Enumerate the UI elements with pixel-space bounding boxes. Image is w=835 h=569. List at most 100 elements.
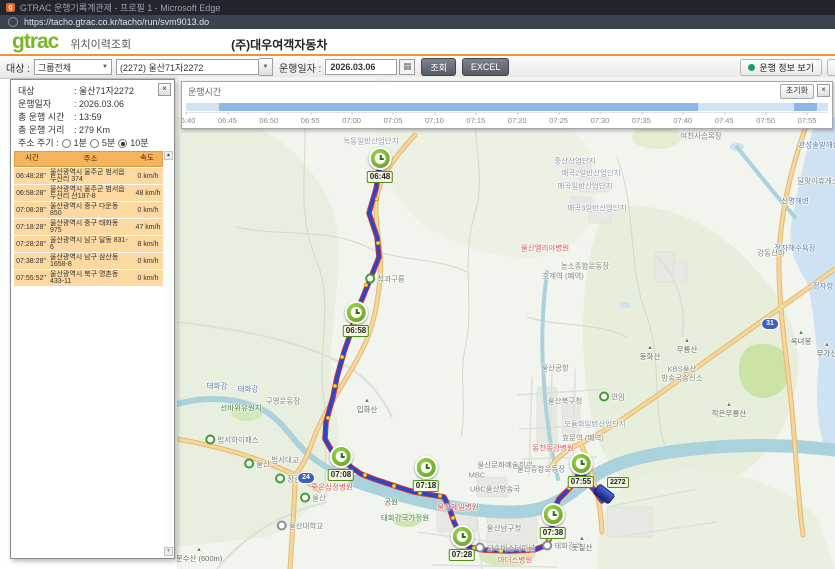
clock-marker-icon [570, 452, 593, 475]
address-interval-group: 주소 주기 : 1분 5분 10분 [18, 137, 158, 150]
time-marker-06-48[interactable]: 06:48 [367, 147, 393, 183]
marker-time-label: 06:48 [367, 171, 393, 183]
table-header-row: 시간주소속도 [14, 151, 163, 167]
table-cell: 0 km/h [133, 258, 163, 265]
app-window: g GTRAC 운행기록계관제 - 프로필 1 - Microsoft Edge… [0, 0, 835, 569]
interval-radio-1분[interactable] [62, 139, 71, 148]
timeline-tick: 06:40 [181, 116, 195, 125]
time-marker-07-55[interactable]: 07:55 [568, 452, 594, 488]
excel-button[interactable]: EXCEL [462, 58, 510, 76]
timeline-tick: 07:35 [632, 116, 651, 125]
panel-close-icon[interactable]: × [158, 83, 171, 96]
clock-marker-icon [415, 456, 438, 479]
interval-option-label: 10분 [130, 137, 148, 150]
window-title: GTRAC 운행기록계관제 - 프로필 1 - Microsoft Edge [20, 1, 220, 14]
table-row[interactable]: 07:28:28"울산광역시 남구 달동 831-68 km/h [14, 236, 163, 252]
marker-time-label: 07:08 [328, 469, 354, 481]
timeline-tick: 07:55 [798, 116, 817, 125]
page-title: 위치이력조회 [70, 36, 131, 52]
table-cell: 47 km/h [133, 224, 163, 231]
panel-info-label: 운행일자 [18, 98, 74, 111]
vehicle-combo[interactable]: (2272) 울산71자2272 [116, 59, 259, 75]
timeline-tick: 07:10 [425, 116, 444, 125]
target-label: 대상 : [6, 60, 30, 75]
drive-info-button-label: 운행 정보 보기 [759, 61, 814, 74]
window-titlebar: g GTRAC 운행기록계관제 - 프로필 1 - Microsoft Edge [0, 0, 835, 15]
table-row[interactable]: 07:38:28"울산광역시 남구 삼산동 1658-80 km/h [14, 253, 163, 269]
vehicle-marker[interactable]: 2272 [594, 488, 614, 500]
interval-radio-5분[interactable] [90, 139, 99, 148]
table-header-cell: 시간 [15, 152, 49, 166]
table-row[interactable]: 07:55:52"울산광역시 북구 명촌동 433-110 km/h [14, 270, 163, 286]
table-header-cell: 속도 [132, 152, 162, 166]
clock-face-icon [548, 509, 559, 520]
partial-button[interactable] [827, 59, 835, 76]
table-cell: 0 km/h [133, 275, 163, 282]
route-point-dot [333, 384, 337, 388]
table-row[interactable]: 07:18:28"울산광역시 중구 태화동 97547 km/h [14, 219, 163, 235]
panel-info-value: : 2026.03.06 [74, 98, 124, 111]
clock-face-icon [457, 531, 468, 542]
timeline-tick: 06:50 [259, 116, 278, 125]
page-info-icon [8, 17, 18, 27]
clock-face-icon [421, 462, 432, 473]
interval-option-label: 5분 [102, 137, 115, 150]
clock-marker-icon [345, 301, 368, 324]
group-select[interactable]: 그룹전체 ▼ [34, 59, 112, 75]
marker-time-label: 06:58 [343, 325, 369, 337]
panel-info-value: : 울산71자2272 [74, 85, 134, 98]
timeline-axis: 06:4006:4506:5006:5507:0007:0507:1007:15… [186, 112, 828, 126]
route-point-dot [340, 355, 344, 359]
history-table: 시간주소속도06:48:28"울산광역시 울주군 범서읍 두산리 3740 km… [14, 151, 163, 286]
table-row[interactable]: 07:08:28"울산광역시 중구 다운동 8500 km/h [14, 202, 163, 218]
history-panel: × 대상: 울산71자2272운행일자: 2026.03.06총 운행 시간: … [10, 79, 175, 559]
browser-urlbar[interactable]: https://tacho.gtrac.co.kr/tacho/run/svm9… [0, 15, 835, 29]
search-button[interactable]: 조회 [421, 58, 456, 76]
scroll-up-icon[interactable]: ▲ [164, 151, 173, 160]
timeline-drive-segment[interactable] [794, 103, 817, 111]
time-marker-07-28[interactable]: 07:28 [449, 525, 475, 561]
clock-marker-icon [369, 147, 392, 170]
clock-marker-icon [451, 525, 474, 548]
time-marker-06-58[interactable]: 06:58 [343, 301, 369, 337]
table-cell: 울산광역시 울주군 범서읍 두산리 374 [48, 168, 133, 184]
interval-label: 주소 주기 : [18, 137, 59, 150]
timeline-tick: 07:00 [342, 116, 361, 125]
map-canvas[interactable]: 녹동일반산업단지여천사슴목장관성솔밭해변달맞이휴게소신명해변정자해수욕장강동산하… [177, 77, 835, 569]
route-shield: 24 [297, 472, 315, 484]
panel-info-label: 대상 [18, 85, 74, 98]
timeline-close-icon[interactable]: × [817, 84, 830, 97]
panel-info-row: 운행일자: 2026.03.06 [18, 98, 158, 111]
calendar-icon[interactable]: ▦ [399, 59, 415, 75]
timeline-track[interactable] [186, 103, 828, 111]
clock-face-icon [351, 307, 362, 318]
timeline-tick: 07:05 [384, 116, 403, 125]
route-point-dot [375, 197, 379, 201]
timeline-tick: 07:45 [715, 116, 734, 125]
interval-option-label: 1분 [74, 137, 87, 150]
route-point-dot [363, 473, 367, 477]
table-cell: 울산광역시 울주군 범서읍 두산리 산197-8 [48, 185, 133, 201]
timeline-tick: 06:55 [301, 116, 320, 125]
table-row[interactable]: 06:48:28"울산광역시 울주군 범서읍 두산리 3740 km/h [14, 168, 163, 184]
timeline-drive-segment[interactable] [219, 103, 698, 111]
vehicle-combo-arrow[interactable]: ▼ [259, 58, 273, 76]
time-marker-07-38[interactable]: 07:38 [540, 503, 566, 539]
table-row[interactable]: 06:58:28"울산광역시 울주군 범서읍 두산리 산197-848 km/h [14, 185, 163, 201]
table-cell: 울산광역시 남구 달동 831-6 [48, 236, 133, 252]
time-marker-07-18[interactable]: 07:18 [413, 456, 439, 492]
panel-info-row: 총 운행 시간: 13:59 [18, 111, 158, 124]
marker-time-label: 07:55 [568, 476, 594, 488]
date-label: 운행일자 : [279, 60, 321, 75]
scroll-down-icon[interactable]: ▼ [164, 547, 173, 556]
interval-radio-10분[interactable] [118, 139, 127, 148]
green-dot-icon [748, 64, 755, 71]
app-favicon-icon: g [6, 3, 15, 12]
timeline-reset-button[interactable]: 초기화 [780, 84, 814, 99]
table-header-cell: 주소 [49, 152, 132, 166]
table-scrollbar[interactable]: ▲ ▼ [164, 151, 173, 556]
drive-info-button[interactable]: 운행 정보 보기 [740, 59, 822, 76]
time-marker-07-08[interactable]: 07:08 [328, 445, 354, 481]
date-input[interactable]: 2026.03.06 [325, 59, 397, 75]
map-terrain [177, 77, 835, 569]
